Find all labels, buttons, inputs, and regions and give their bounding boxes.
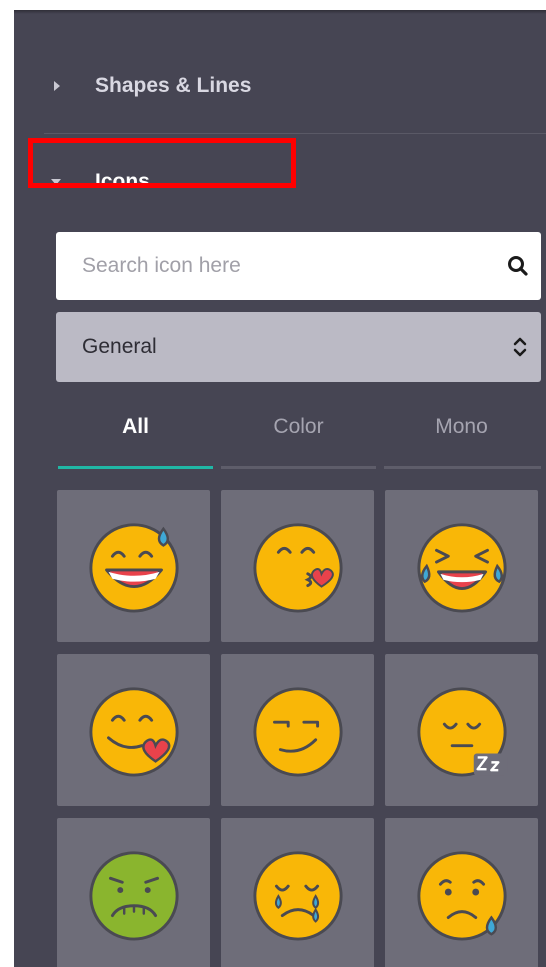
category-select[interactable]: General [56,312,541,382]
sad-sweat-emoji-icon [416,851,507,941]
icon-grid-item[interactable] [221,818,374,967]
grinning-sweat-emoji-icon [88,523,179,613]
tab-mono[interactable]: Mono [384,415,539,455]
tab-color-underline [221,466,376,469]
category-select-value: General [82,335,157,358]
icon-grid-item[interactable] [221,654,374,806]
icon-grid-item[interactable] [57,818,210,967]
search-icon[interactable] [507,255,529,277]
icon-grid-item[interactable] [385,490,538,642]
tab-all[interactable]: All [58,415,213,455]
nauseated-emoji-icon [88,851,179,941]
collapsed-arrow-icon [54,81,60,91]
heart-eyes-smile-emoji-icon [88,687,179,777]
tab-mono-underline [384,466,541,469]
smirking-emoji-icon [252,687,343,777]
icon-grid-item[interactable] [385,654,538,806]
icon-panel: Shapes & Lines Icons General All Color M… [14,10,546,967]
panel-top-shadow [14,10,546,14]
sleeping-emoji-icon [416,687,507,777]
kissing-heart-emoji-icon [252,523,343,613]
search-input[interactable] [82,254,482,278]
icon-grid-item[interactable] [57,490,210,642]
tears-of-joy-emoji-icon [416,523,507,613]
search-box[interactable] [56,232,541,300]
tab-all-underline [58,466,213,469]
crying-emoji-icon [252,851,343,941]
section-label-shapes-lines: Shapes & Lines [95,74,252,97]
section-header-shapes-lines[interactable]: Shapes & Lines [14,56,546,116]
chevron-up-down-icon [513,337,527,357]
icon-grid-item[interactable] [221,490,374,642]
section-divider [44,133,546,134]
icon-grid-item[interactable] [385,818,538,967]
highlight-annotation-box [28,138,296,188]
tab-color[interactable]: Color [221,415,376,455]
icon-grid-item[interactable] [57,654,210,806]
